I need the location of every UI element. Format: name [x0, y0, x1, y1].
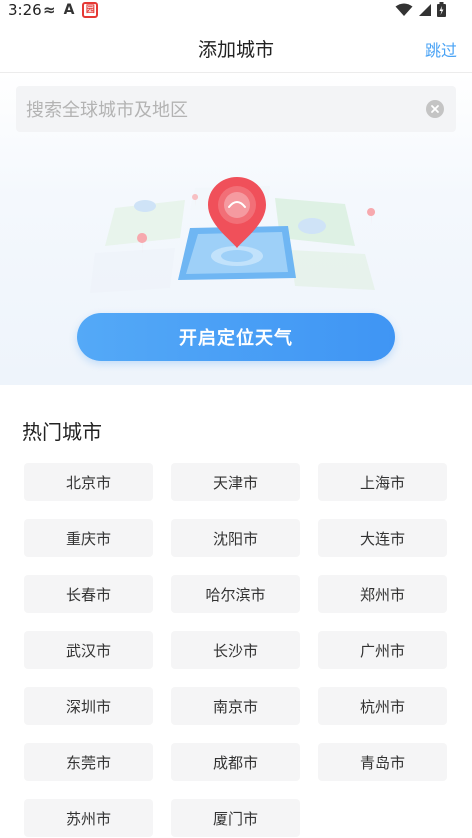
enable-location-button[interactable]: 开启定位天气 [77, 313, 395, 361]
hot-cities-grid: 北京市 天津市 上海市重庆市 沈阳市 大连市长春市 哈尔滨市 郑州市武汉市 长沙市 广州市深圳市… [24, 463, 448, 837]
a-icon: A [63, 2, 75, 18]
signal-icon [419, 3, 431, 16]
city-chip[interactable]: 长春市 [24, 575, 153, 613]
search-input[interactable] [24, 86, 418, 134]
city-chip[interactable]: 深圳市 [24, 687, 153, 725]
status-right-icons [395, 2, 446, 17]
page-title: 添加城市 [197, 39, 274, 61]
city-chip[interactable]: 长沙市 [171, 631, 300, 669]
city-chip[interactable]: 广州市 [318, 631, 447, 669]
city-chip[interactable]: 哈尔滨市 [171, 575, 300, 613]
skip-button[interactable]: 跳过 [425, 37, 457, 61]
city-chip[interactable]: 沈阳市 [171, 519, 300, 557]
search-box [16, 86, 456, 134]
city-chip[interactable]: 苏州市 [24, 799, 153, 837]
city-chip[interactable]: 大连市 [318, 519, 447, 557]
city-chip[interactable]: 上海市 [318, 463, 447, 501]
city-chip[interactable]: 南京市 [171, 687, 300, 725]
battery-icon [437, 2, 446, 17]
clear-icon[interactable] [426, 100, 444, 118]
city-chip[interactable]: 东莞市 [24, 743, 153, 781]
wifi-icon [395, 3, 413, 16]
location-map-illustration [90, 177, 376, 293]
city-chip[interactable]: 重庆市 [24, 519, 153, 557]
status-time: 3:26 [8, 1, 42, 19]
city-chip[interactable]: 杭州市 [318, 687, 447, 725]
city-chip[interactable]: 北京市 [24, 463, 153, 501]
hot-cities-title: 热门城市 [22, 420, 102, 444]
city-chip[interactable]: 郑州市 [318, 575, 447, 613]
fire-icon: ≈ [43, 1, 56, 19]
status-left-icons: ≈ A 园 [43, 1, 99, 19]
city-chip[interactable]: 武汉市 [24, 631, 153, 669]
header-bar: 添加城市 跳过 [0, 22, 472, 73]
status-bar: 3:26 ≈ A 园 [0, 0, 472, 22]
location-hero: 开启定位天气 [0, 73, 472, 385]
city-chip[interactable]: 厦门市 [171, 799, 300, 837]
app-notification-icon: 园 [82, 2, 99, 18]
city-chip[interactable]: 成都市 [171, 743, 300, 781]
city-chip[interactable]: 天津市 [171, 463, 300, 501]
city-chip[interactable]: 青岛市 [318, 743, 447, 781]
